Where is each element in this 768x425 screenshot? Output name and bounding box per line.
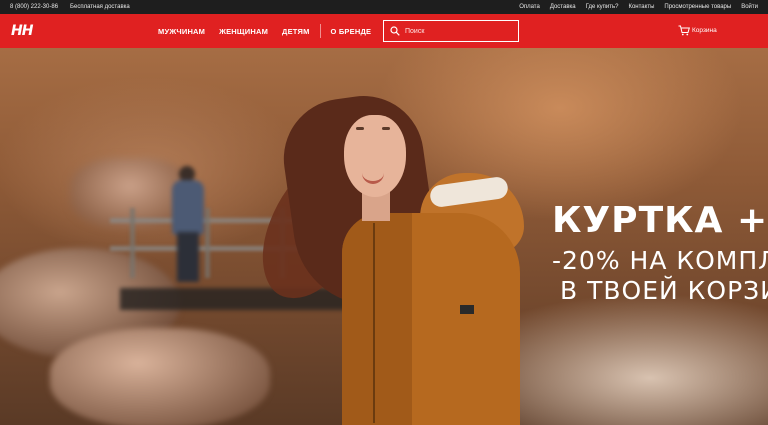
link-payment[interactable]: Оплата [519,4,540,10]
nav-divider [319,24,321,38]
promo-discount: -20% НА КОМПЛЕ [552,246,768,275]
promo-text: КУРТКА + -20% НА КОМПЛЕ В ТВОЕЙ КОРЗИН [552,201,768,306]
free-delivery-note: Бесплатная доставка [70,4,130,10]
link-where-to-buy[interactable]: Где купить? [586,4,619,10]
link-viewed-products[interactable]: Просмотренные товары [664,4,731,10]
nav-item-men[interactable]: МУЖЧИНАМ [158,27,205,36]
promo-headline: КУРТКА + [552,200,768,241]
main-nav: МУЖЧИНАМ ЖЕНЩИНАМ ДЕТЯМ О БРЕНДЕ [158,14,371,48]
top-utility-bar: 8 (800) 222-30-86 Бесплатная доставка Оп… [0,0,768,14]
phone-number[interactable]: 8 (800) 222-30-86 [10,4,58,10]
hero-banner[interactable]: КУРТКА + -20% НА КОМПЛЕ В ТВОЕЙ КОРЗИН [0,48,768,425]
nav-item-about-brand[interactable]: О БРЕНДЕ [331,27,372,36]
cart-icon [678,25,690,36]
search-icon [390,26,400,36]
brand-logo[interactable]: HH [11,23,39,39]
cart-label: Корзина [692,27,717,34]
background-rock [50,328,270,425]
hero-model-image [249,88,530,425]
promo-cart-note: В ТВОЕЙ КОРЗИН [560,276,768,305]
cart-button[interactable]: Корзина [678,25,717,36]
background-person [168,166,206,286]
link-login[interactable]: Войти [741,4,758,10]
link-delivery[interactable]: Доставка [550,4,576,10]
link-contacts[interactable]: Контакты [628,4,654,10]
search-input[interactable] [405,27,505,35]
search-box[interactable] [383,20,519,42]
jacket-logo-patch [460,305,474,314]
nav-item-women[interactable]: ЖЕНЩИНАМ [219,27,268,36]
main-header: HH МУЖЧИНАМ ЖЕНЩИНАМ ДЕТЯМ О БРЕНДЕ Корз… [0,14,768,48]
nav-item-kids[interactable]: ДЕТЯМ [282,27,309,36]
